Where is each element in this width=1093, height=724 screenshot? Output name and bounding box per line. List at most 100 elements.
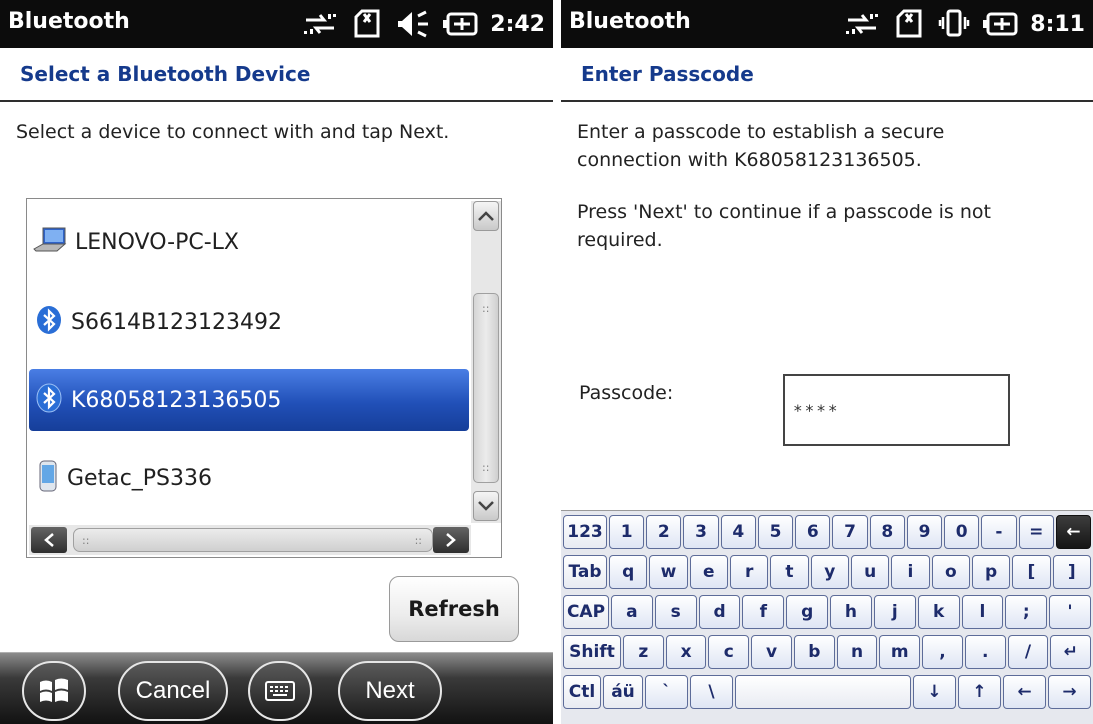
key[interactable]: t	[770, 555, 809, 589]
key[interactable]: 1	[609, 515, 645, 549]
list-item[interactable]: S6614B123123492	[29, 291, 469, 353]
horizontal-scroll-thumb[interactable]: :: ::	[73, 528, 433, 552]
key[interactable]: Shift	[563, 635, 621, 669]
key[interactable]: o	[931, 555, 970, 589]
key[interactable]: áü	[603, 675, 643, 709]
chevron-left-icon	[44, 533, 54, 547]
key[interactable]: ;	[1005, 595, 1048, 629]
key[interactable]: ←	[1055, 515, 1092, 549]
keyboard-toggle-button[interactable]	[248, 661, 312, 721]
battery-charging-icon[interactable]	[982, 11, 1018, 37]
vibrate-icon[interactable]	[938, 9, 970, 39]
key[interactable]: 4	[720, 515, 756, 549]
key[interactable]: 3	[683, 515, 719, 549]
key[interactable]: s	[654, 595, 697, 629]
key[interactable]: m	[879, 635, 921, 669]
scroll-left-button[interactable]	[31, 527, 67, 553]
softkey-bar: Cancel Next	[0, 652, 553, 724]
key[interactable]: `	[645, 675, 688, 709]
app-title: Bluetooth	[569, 9, 691, 34]
connectivity-icon[interactable]	[844, 11, 880, 37]
vertical-scrollbar[interactable]: :: ::	[471, 201, 501, 523]
key-space[interactable]	[735, 675, 911, 709]
key[interactable]: ↵	[1050, 635, 1092, 669]
key[interactable]: \	[690, 675, 733, 709]
key[interactable]: [	[1012, 555, 1051, 589]
key[interactable]: e	[689, 555, 728, 589]
list-item[interactable]: Getac_PS336	[29, 447, 469, 509]
key[interactable]: CAP	[563, 595, 609, 629]
key[interactable]: u	[850, 555, 890, 589]
key[interactable]: n	[836, 635, 878, 669]
key[interactable]: l	[961, 595, 1004, 629]
key[interactable]: g	[786, 595, 829, 629]
scroll-up-button[interactable]	[473, 201, 499, 231]
status-bar: Bluetooth 2:42	[0, 0, 553, 48]
battery-charging-icon[interactable]	[442, 11, 478, 37]
clock[interactable]: 2:42	[490, 12, 545, 37]
list-item[interactable]: LENOVO-PC-LX	[29, 211, 469, 273]
key[interactable]: c	[708, 635, 750, 669]
key[interactable]: Tab	[563, 555, 607, 589]
key[interactable]: ]	[1052, 555, 1091, 589]
key[interactable]: v	[751, 635, 792, 669]
device-name: S6614B123123492	[71, 309, 283, 335]
key[interactable]: →	[1048, 675, 1091, 709]
next-button[interactable]: Next	[338, 661, 442, 721]
key[interactable]: p	[971, 555, 1011, 589]
key[interactable]: i	[891, 555, 930, 589]
key[interactable]: x	[665, 635, 707, 669]
bluetooth-icon	[35, 305, 63, 339]
key[interactable]: 5	[757, 515, 794, 549]
key[interactable]: a	[611, 595, 653, 629]
key[interactable]: w	[649, 555, 688, 589]
passcode-label: Passcode:	[579, 382, 674, 404]
key[interactable]: h	[830, 595, 872, 629]
key[interactable]: 8	[869, 515, 905, 549]
connectivity-icon[interactable]	[302, 11, 338, 37]
device-list[interactable]: LENOVO-PC-LX S6614B123123492 K6805812313…	[26, 198, 502, 558]
key[interactable]: '	[1049, 595, 1091, 629]
key[interactable]: ↓	[913, 675, 956, 709]
passcode-input[interactable]	[793, 394, 993, 426]
key[interactable]: 2	[646, 515, 682, 549]
key[interactable]: 0	[944, 515, 980, 549]
key[interactable]: ←	[1003, 675, 1046, 709]
key[interactable]: b	[793, 635, 835, 669]
page-title: Select a Bluetooth Device	[20, 62, 311, 86]
key[interactable]: -	[981, 515, 1017, 549]
key[interactable]: =	[1018, 515, 1054, 549]
horizontal-scrollbar[interactable]: :: ::	[29, 525, 471, 555]
key[interactable]: 9	[906, 515, 943, 549]
cancel-button[interactable]: Cancel	[118, 661, 228, 721]
key[interactable]: y	[810, 555, 849, 589]
scroll-right-button[interactable]	[433, 527, 469, 553]
key[interactable]: k	[917, 595, 960, 629]
key[interactable]: f	[742, 595, 785, 629]
device-name: Getac_PS336	[67, 465, 213, 491]
key[interactable]: r	[729, 555, 769, 589]
clock[interactable]: 8:11	[1030, 12, 1085, 37]
chevron-down-icon	[478, 501, 494, 511]
speaker-icon[interactable]	[396, 9, 430, 39]
no-sim-icon[interactable]	[350, 9, 384, 39]
key[interactable]: .	[964, 635, 1006, 669]
passcode-field[interactable]	[783, 374, 1010, 446]
vertical-scroll-thumb[interactable]: :: ::	[473, 293, 499, 483]
key[interactable]: 7	[832, 515, 868, 549]
key[interactable]: Ctl	[563, 675, 601, 709]
key[interactable]: 6	[795, 515, 831, 549]
key[interactable]: 123	[563, 515, 607, 549]
key[interactable]: z	[623, 635, 664, 669]
key[interactable]: ,	[922, 635, 963, 669]
key[interactable]: j	[873, 595, 916, 629]
key[interactable]: d	[698, 595, 741, 629]
refresh-button[interactable]: Refresh	[389, 576, 519, 642]
list-item[interactable]: K68058123136505	[29, 369, 469, 431]
key[interactable]: ↑	[958, 675, 1001, 709]
scroll-down-button[interactable]	[473, 491, 499, 521]
start-button[interactable]	[22, 661, 86, 721]
key[interactable]: q	[609, 555, 648, 589]
no-sim-icon[interactable]	[892, 9, 926, 39]
key[interactable]: /	[1007, 635, 1049, 669]
